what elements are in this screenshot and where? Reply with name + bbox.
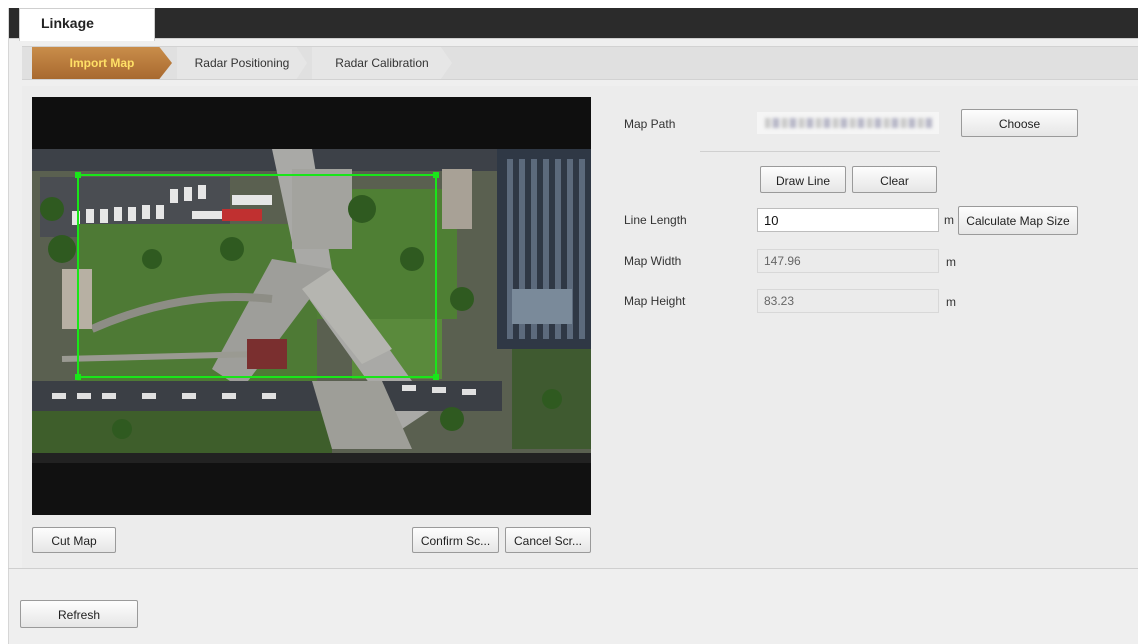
confirm-screenshot-button[interactable]: Confirm Sc... xyxy=(412,527,499,553)
divider xyxy=(700,151,940,152)
cut-map-button[interactable]: Cut Map xyxy=(32,527,116,553)
clear-button[interactable]: Clear xyxy=(852,166,937,193)
map-letterbox-bottom xyxy=(32,463,591,515)
map-view[interactable] xyxy=(32,97,591,515)
map-height-field: 83.23 xyxy=(757,289,939,313)
cancel-screenshot-button[interactable]: Cancel Scr... xyxy=(505,527,591,553)
map-height-unit: m xyxy=(946,295,956,309)
choose-button[interactable]: Choose xyxy=(961,109,1078,137)
tab-import-map[interactable]: Import Map xyxy=(32,47,172,79)
refresh-button[interactable]: Refresh xyxy=(20,600,138,628)
map-width-label: Map Width xyxy=(624,254,682,268)
map-path-label: Map Path xyxy=(624,117,676,131)
calculate-map-size-button[interactable]: Calculate Map Size xyxy=(958,206,1078,235)
top-bar xyxy=(9,8,1138,38)
line-length-unit: m xyxy=(944,213,954,227)
line-length-label: Line Length xyxy=(624,213,687,227)
subtab-bar: Import Map Radar Positioning Radar Calib… xyxy=(22,46,1138,80)
map-width-unit: m xyxy=(946,255,956,269)
map-letterbox-top xyxy=(32,97,591,149)
footer-divider xyxy=(8,568,1138,569)
aerial-map-image xyxy=(32,149,591,463)
map-path-value xyxy=(757,112,939,134)
tab-radar-calibration[interactable]: Radar Calibration xyxy=(312,47,452,79)
tab-radar-positioning[interactable]: Radar Positioning xyxy=(177,47,307,79)
line-length-input[interactable]: 10 xyxy=(757,208,939,232)
linkage-tab[interactable]: Linkage xyxy=(19,8,155,41)
map-height-label: Map Height xyxy=(624,294,686,308)
map-width-field: 147.96 xyxy=(757,249,939,273)
draw-line-button[interactable]: Draw Line xyxy=(760,166,846,193)
